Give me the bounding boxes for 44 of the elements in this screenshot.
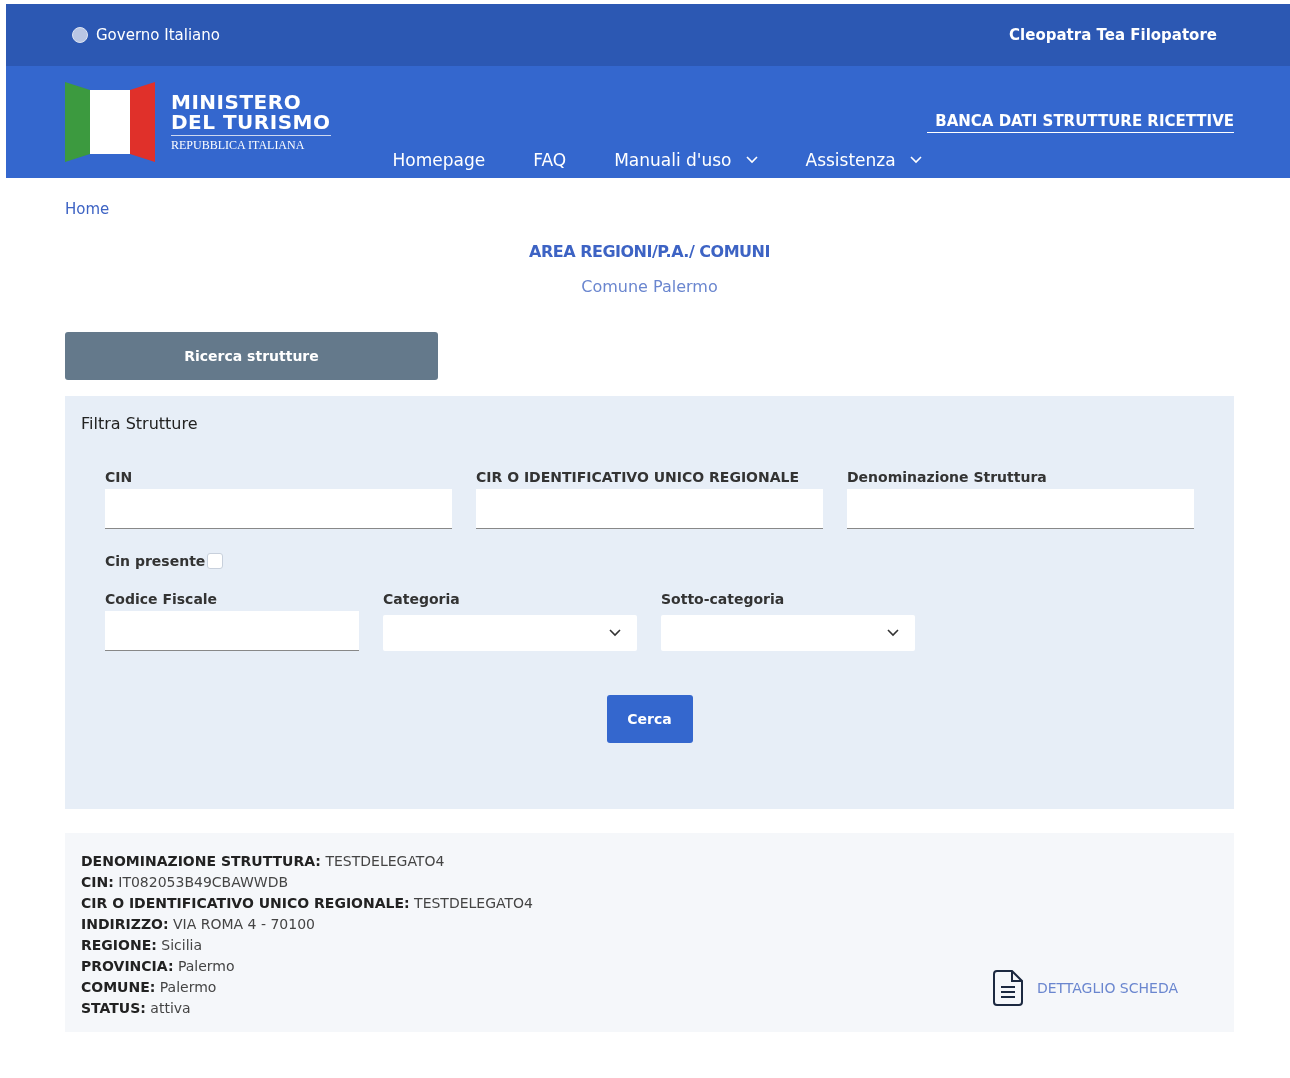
input-field[interactable] [847,489,1194,529]
input-field[interactable] [476,489,823,529]
detail-link[interactable]: DETTAGLIO SCHEDA [992,970,1178,1006]
panel-title: Filtra Strutture [81,414,198,433]
result-detail: STATUS: attiva [81,1000,192,1016]
result-detail: COMUNE: Palermo [81,979,218,995]
field-label: Codice Fiscale [105,591,219,607]
select-field[interactable] [383,615,637,651]
checkbox[interactable] [207,553,224,569]
logo-title: DEL TURISMO [171,112,331,132]
chevron-down-icon [887,629,899,637]
logo-title: MINISTERO [171,92,303,112]
government-link[interactable]: Governo Italiano [72,26,220,44]
search-structures-button[interactable]: Ricerca strutture [65,332,438,380]
result-detail: CIN: IT082053B49CBAWWDB [81,874,290,890]
area-title: AREA REGIONI/P.A./ COMUNI [529,242,770,261]
area-subtitle: Comune Palermo [581,277,718,296]
result-detail: REGIONE: Sicilia [81,937,203,953]
field-label: Sotto-categoria [661,591,786,607]
nav-link[interactable]: Homepage [392,150,486,170]
result-detail: DENOMINAZIONE STRUTTURA: TESTDELEGATO4 [81,853,446,869]
emblem-icon [72,27,88,43]
input-field[interactable] [105,489,452,529]
nav-link[interactable]: FAQ [533,150,567,170]
result-detail: PROVINCIA: Palermo [81,958,236,974]
document-icon [992,970,1023,1006]
user-name[interactable]: Cleopatra Tea Filopatore [1009,26,1217,44]
select-field[interactable] [661,615,915,651]
field-label: Denominazione Struttura [847,469,1048,485]
site-title: BANCA DATI STRUTTURE RICETTIVE [927,111,1234,133]
result-detail: CIR O IDENTIFICATIVO UNICO REGIONALE: TESTDELEGATO4 [81,895,533,911]
flag-logo-icon [65,82,155,162]
field-label: CIR O IDENTIFICATIVO UNICO REGIONALE [476,469,801,485]
breadcrumb-link[interactable]: Home [65,200,110,218]
field-label: Categoria [383,591,461,607]
chevron-down-icon [609,629,621,637]
search-button[interactable]: Cerca [606,695,693,743]
input-field[interactable] [105,611,359,651]
field-label: CIN [105,469,134,485]
checkbox-label: Cin presente [105,553,206,569]
nav-link[interactable]: Assistenza [805,150,922,170]
logo-subtitle: REPUBBLICA ITALIANA [171,135,331,153]
nav-link[interactable]: Manuali d'uso [614,150,758,170]
result-detail: INDIRIZZO: VIA ROMA 4 - 70100 [81,916,316,932]
